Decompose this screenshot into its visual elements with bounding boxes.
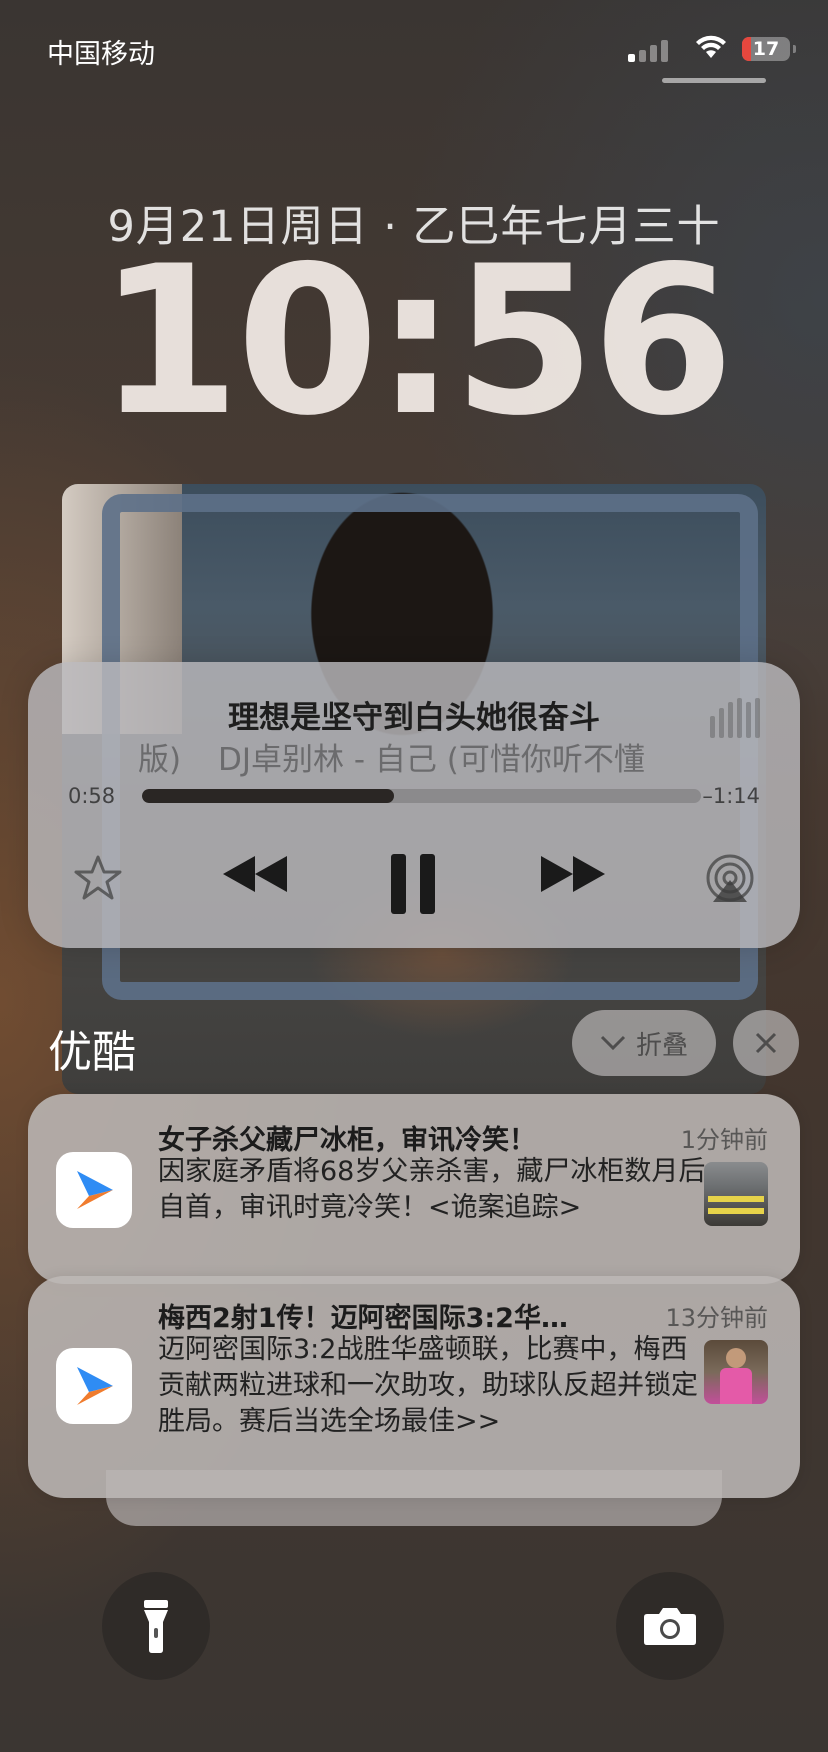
lock-time: 10:56: [97, 223, 735, 461]
notification-body: 迈阿密国际3:2战胜华盛顿联，比赛中，梅西贡献两粒进球和一次助攻，助球队反超并锁…: [158, 1334, 698, 1437]
notification-thumbnail: [704, 1340, 768, 1404]
flashlight-icon: [144, 1600, 168, 1653]
now-playing-widget[interactable]: 理想是坚守到白头她很奋斗 版) DJ卓别林 - 自己 (可惜你听不懂 0:58 …: [28, 662, 800, 948]
collapse-button[interactable]: 折叠: [572, 1010, 716, 1076]
notification-group-title: 优酷: [48, 1027, 136, 1078]
rewind-icon[interactable]: [220, 854, 290, 894]
airplay-icon[interactable]: [700, 854, 760, 904]
control-center-grabber[interactable]: [662, 78, 766, 83]
notification-title: 梅西2射1传！迈阿密国际3:2华…: [158, 1303, 568, 1334]
song-artist: DJ卓别林 - 自己 (可惜你听不懂: [218, 742, 645, 778]
cellular-signal-icon: [628, 40, 668, 62]
notification-card[interactable]: 女子杀父藏尸冰柜，审讯冷笑！ 1分钟前 因家庭矛盾将68岁父亲杀害，藏尸冰柜数月…: [28, 1094, 800, 1284]
fast-forward-icon[interactable]: [538, 854, 608, 894]
notification-time: 1分钟前: [680, 1126, 768, 1154]
clear-notifications-button[interactable]: [733, 1010, 799, 1076]
song-title: 理想是坚守到白头她很奋斗: [228, 700, 600, 736]
camera-icon: [644, 1608, 696, 1645]
battery-indicator: 17: [742, 37, 796, 61]
notification-card[interactable]: 梅西2射1传！迈阿密国际3:2华… 13分钟前 迈阿密国际3:2战胜华盛顿联，比…: [28, 1276, 800, 1498]
collapse-label: 折叠: [635, 1030, 688, 1061]
elapsed-time: 0:58: [68, 784, 116, 808]
youku-app-icon: [56, 1348, 132, 1424]
youku-app-icon: [56, 1152, 132, 1228]
notification-title: 女子杀父藏尸冰柜，审讯冷笑！: [158, 1125, 536, 1156]
notification-body: 因家庭矛盾将68岁父亲杀害，藏尸冰柜数月后自首，审讯时竟冷笑！<诡案追踪>: [158, 1156, 706, 1223]
close-icon: [755, 1032, 777, 1054]
flashlight-button[interactable]: [102, 1572, 210, 1680]
remaining-time: –1:14: [702, 784, 760, 808]
battery-level: 17: [752, 38, 780, 60]
chevron-down-icon: [600, 1035, 626, 1051]
playback-progress-bar[interactable]: [142, 789, 701, 803]
camera-button[interactable]: [616, 1572, 724, 1680]
artist-scroll-fragment: 版): [138, 742, 182, 778]
pause-icon[interactable]: [383, 854, 443, 914]
audio-bars-icon: [710, 698, 760, 738]
notification-time: 13分钟前: [665, 1304, 768, 1332]
carrier-name: 中国移动: [47, 39, 155, 70]
star-icon[interactable]: [68, 854, 128, 902]
wifi-icon: [694, 34, 728, 64]
notification-thumbnail: [704, 1162, 768, 1226]
